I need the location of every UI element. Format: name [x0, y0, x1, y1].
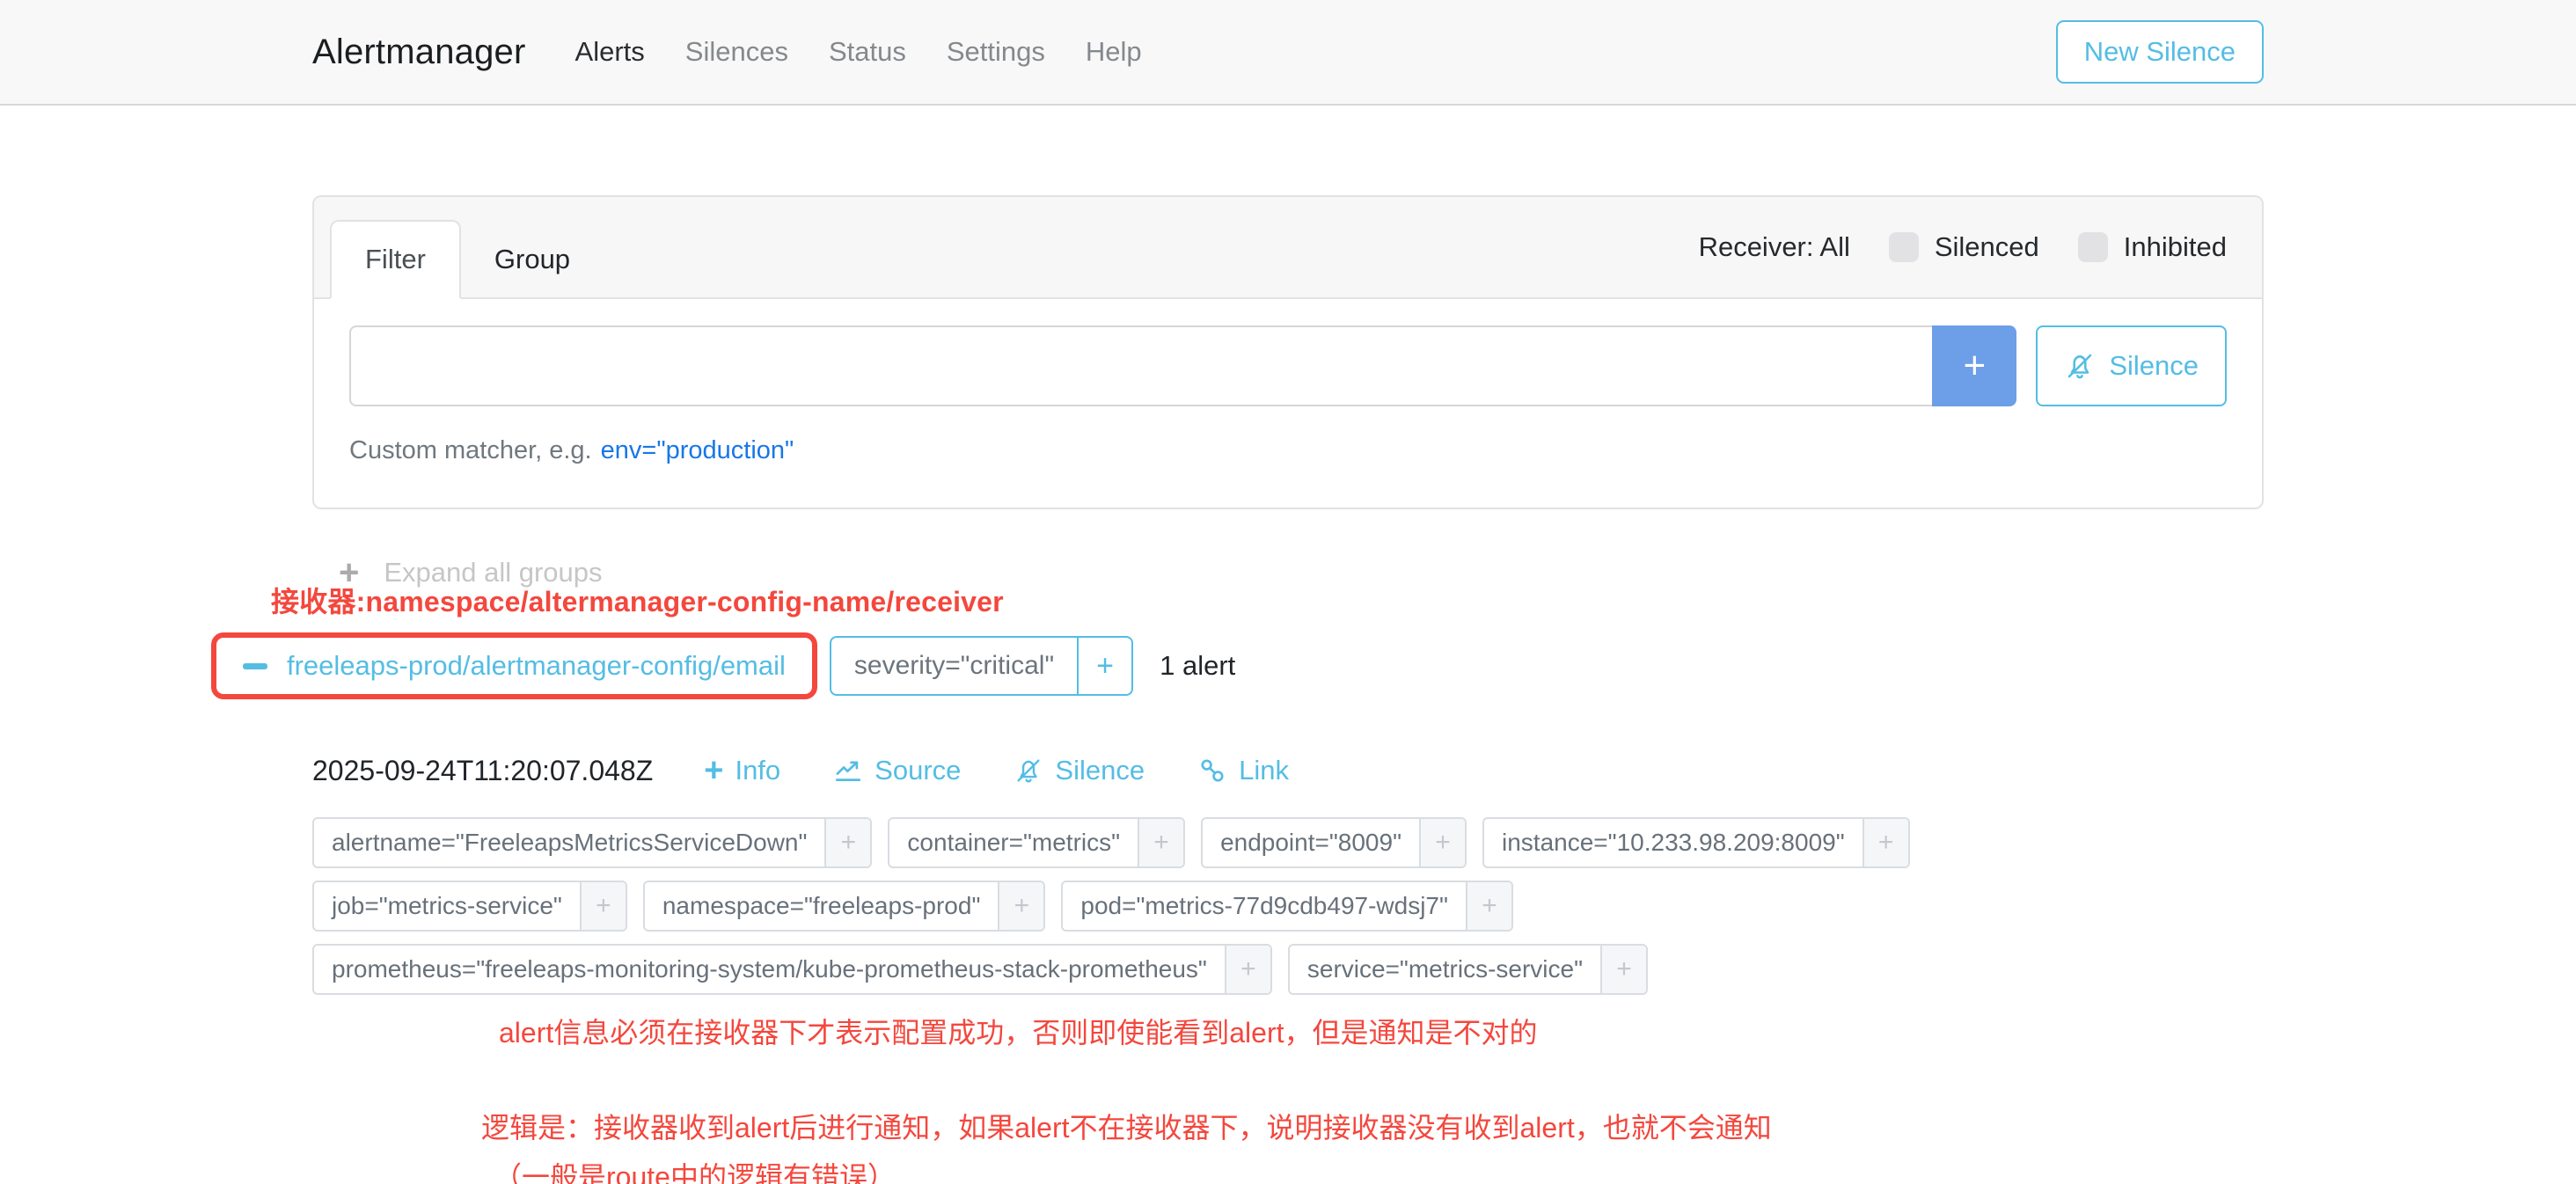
- label-filter-add-button[interactable]: +: [1225, 946, 1270, 993]
- silence-matchers-button[interactable]: Silence: [2036, 325, 2227, 406]
- filter-card-header: Filter Group Receiver: All Silenced Inhi…: [314, 197, 2262, 299]
- group-matcher-text: severity="critical": [831, 638, 1077, 694]
- label-tag-prometheus: prometheus="freeleaps-monitoring-system/…: [312, 944, 1272, 995]
- inhibited-label: Inhibited: [2124, 231, 2227, 263]
- alertmanager-page: Alertmanager Alerts Silences Status Sett…: [0, 0, 2576, 1184]
- alert-group-row: freeleaps-prod/alertmanager-config/email…: [211, 632, 2264, 699]
- nav-item-alerts[interactable]: Alerts: [575, 36, 645, 68]
- group-receiver-button[interactable]: freeleaps-prod/alertmanager-config/email: [211, 632, 817, 699]
- group-receiver-name: freeleaps-prod/alertmanager-config/email: [287, 650, 786, 682]
- silenced-filter: Silenced: [1889, 231, 2039, 263]
- top-navbar: Alertmanager Alerts Silences Status Sett…: [0, 0, 2576, 106]
- filter-card: Filter Group Receiver: All Silenced Inhi…: [312, 195, 2264, 509]
- label-tag-namespace: namespace="freeleaps-prod" +: [643, 881, 1046, 932]
- plus-icon: +: [704, 754, 723, 787]
- silence-button-label: Silence: [2109, 350, 2199, 382]
- nav-item-status[interactable]: Status: [829, 36, 906, 68]
- annotation-line-2: 逻辑是：接收器收到alert后进行通知，如果alert不在接收器下，说明接收器没…: [481, 1106, 2264, 1146]
- label-tag-instance: instance="10.233.98.209:8009" +: [1482, 817, 1910, 868]
- matcher-input[interactable]: [349, 325, 1932, 406]
- alert-silence-link[interactable]: Silence: [1014, 755, 1145, 786]
- new-silence-button[interactable]: New Silence: [2056, 20, 2264, 84]
- alert-timestamp: 2025-09-24T11:20:07.048Z: [312, 755, 653, 787]
- alert-labels: alertname="FreeleapsMetricsServiceDown" …: [312, 817, 2264, 995]
- label-filter-add-button[interactable]: +: [824, 819, 870, 866]
- filter-card-body: + Silence Custom matcher, e.g.env="produ…: [314, 299, 2262, 508]
- label-tag-job: job="metrics-service" +: [312, 881, 627, 932]
- label-filter-add-button[interactable]: +: [580, 882, 626, 930]
- link-icon: [1197, 756, 1227, 786]
- receiver-filter-label[interactable]: Receiver: All: [1699, 231, 1850, 263]
- nav-item-silences[interactable]: Silences: [685, 36, 788, 68]
- alert-permalink[interactable]: Link: [1197, 755, 1289, 786]
- silenced-label: Silenced: [1935, 231, 2039, 263]
- label-filter-add-button[interactable]: +: [1862, 819, 1908, 866]
- inhibited-checkbox[interactable]: [2078, 232, 2108, 262]
- bell-slash-icon: [2064, 350, 2096, 382]
- main-nav: Alerts Silences Status Settings Help: [575, 36, 1142, 68]
- bell-slash-icon: [1014, 756, 1043, 786]
- tab-filter[interactable]: Filter: [330, 220, 461, 299]
- alert-count: 1 alert: [1160, 650, 1235, 682]
- alert-source-link[interactable]: Source: [833, 755, 961, 786]
- inhibited-filter: Inhibited: [2078, 231, 2227, 263]
- label-filter-add-button[interactable]: +: [1419, 819, 1465, 866]
- app-brand: Alertmanager: [312, 33, 526, 72]
- label-filter-add-button[interactable]: +: [1466, 882, 1511, 930]
- alert-info-link[interactable]: + Info: [704, 754, 780, 787]
- label-tag-container: container="metrics" +: [888, 817, 1185, 868]
- group-matcher-add-button[interactable]: +: [1077, 638, 1131, 694]
- matcher-hint: Custom matcher, e.g.env="production": [349, 436, 2227, 465]
- minus-icon: [243, 663, 267, 669]
- annotation-line-3: （一般是route中的逻辑有错误）: [494, 1155, 2264, 1184]
- nav-item-settings[interactable]: Settings: [947, 36, 1045, 68]
- label-filter-add-button[interactable]: +: [1600, 946, 1646, 993]
- label-filter-add-button[interactable]: +: [998, 882, 1043, 930]
- nav-item-help[interactable]: Help: [1086, 36, 1142, 68]
- tab-group[interactable]: Group: [461, 222, 604, 297]
- annotation-line-1: alert信息必须在接收器下才表示配置成功，否则即使能看到alert，但是通知是…: [499, 1011, 2264, 1051]
- label-filter-add-button[interactable]: +: [1138, 819, 1183, 866]
- alert-header-row: 2025-09-24T11:20:07.048Z + Info Source: [312, 754, 2264, 787]
- hint-example-link[interactable]: env="production": [601, 436, 794, 464]
- label-tag-service: service="metrics-service" +: [1288, 944, 1648, 995]
- chart-line-icon: [833, 756, 863, 786]
- add-matcher-button[interactable]: +: [1932, 325, 2016, 406]
- group-matcher-tag: severity="critical" +: [830, 636, 1133, 696]
- label-tag-pod: pod="metrics-77d9cdb497-wdsj7" +: [1061, 881, 1513, 932]
- label-tag-alertname: alertname="FreeleapsMetricsServiceDown" …: [312, 817, 872, 868]
- receiver-annotation-text: 接收器:namespace/altermanager-config-name/r…: [271, 580, 2264, 620]
- silenced-checkbox[interactable]: [1889, 232, 1919, 262]
- label-tag-endpoint: endpoint="8009" +: [1201, 817, 1467, 868]
